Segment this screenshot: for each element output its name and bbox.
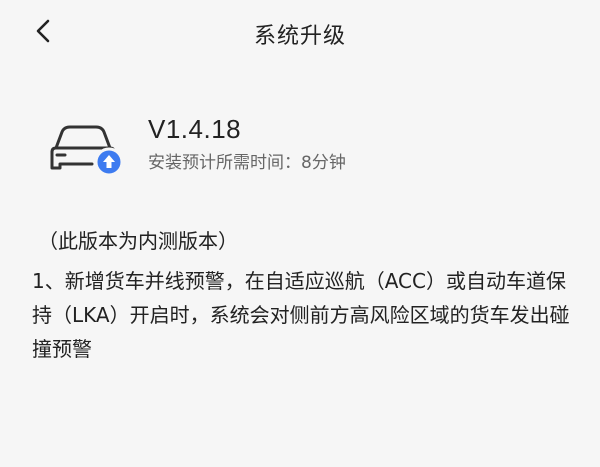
- release-tag: （此版本为内测版本）: [38, 229, 238, 253]
- page-title: 系统升级: [253, 24, 346, 49]
- release-notes: （此版本为内测版本） 1、新增货车并线预警，在自适应巡航（ACC）或自动车道保持…: [32, 224, 580, 366]
- update-info: V1.4.18 安装预计所需时间：8分钟: [0, 100, 600, 190]
- arrow-up-icon: [94, 147, 124, 177]
- version-number: V1.4.18: [148, 114, 242, 144]
- install-time-estimate: 安装预计所需时间：8分钟: [148, 153, 346, 173]
- car-upgrade-icon: [48, 118, 130, 178]
- top-bar: 系统升级: [0, 0, 600, 64]
- release-note-item: 1、新增货车并线预警，在自适应巡航（ACC）或自动车道保持（LKA）开启时，系统…: [32, 269, 570, 361]
